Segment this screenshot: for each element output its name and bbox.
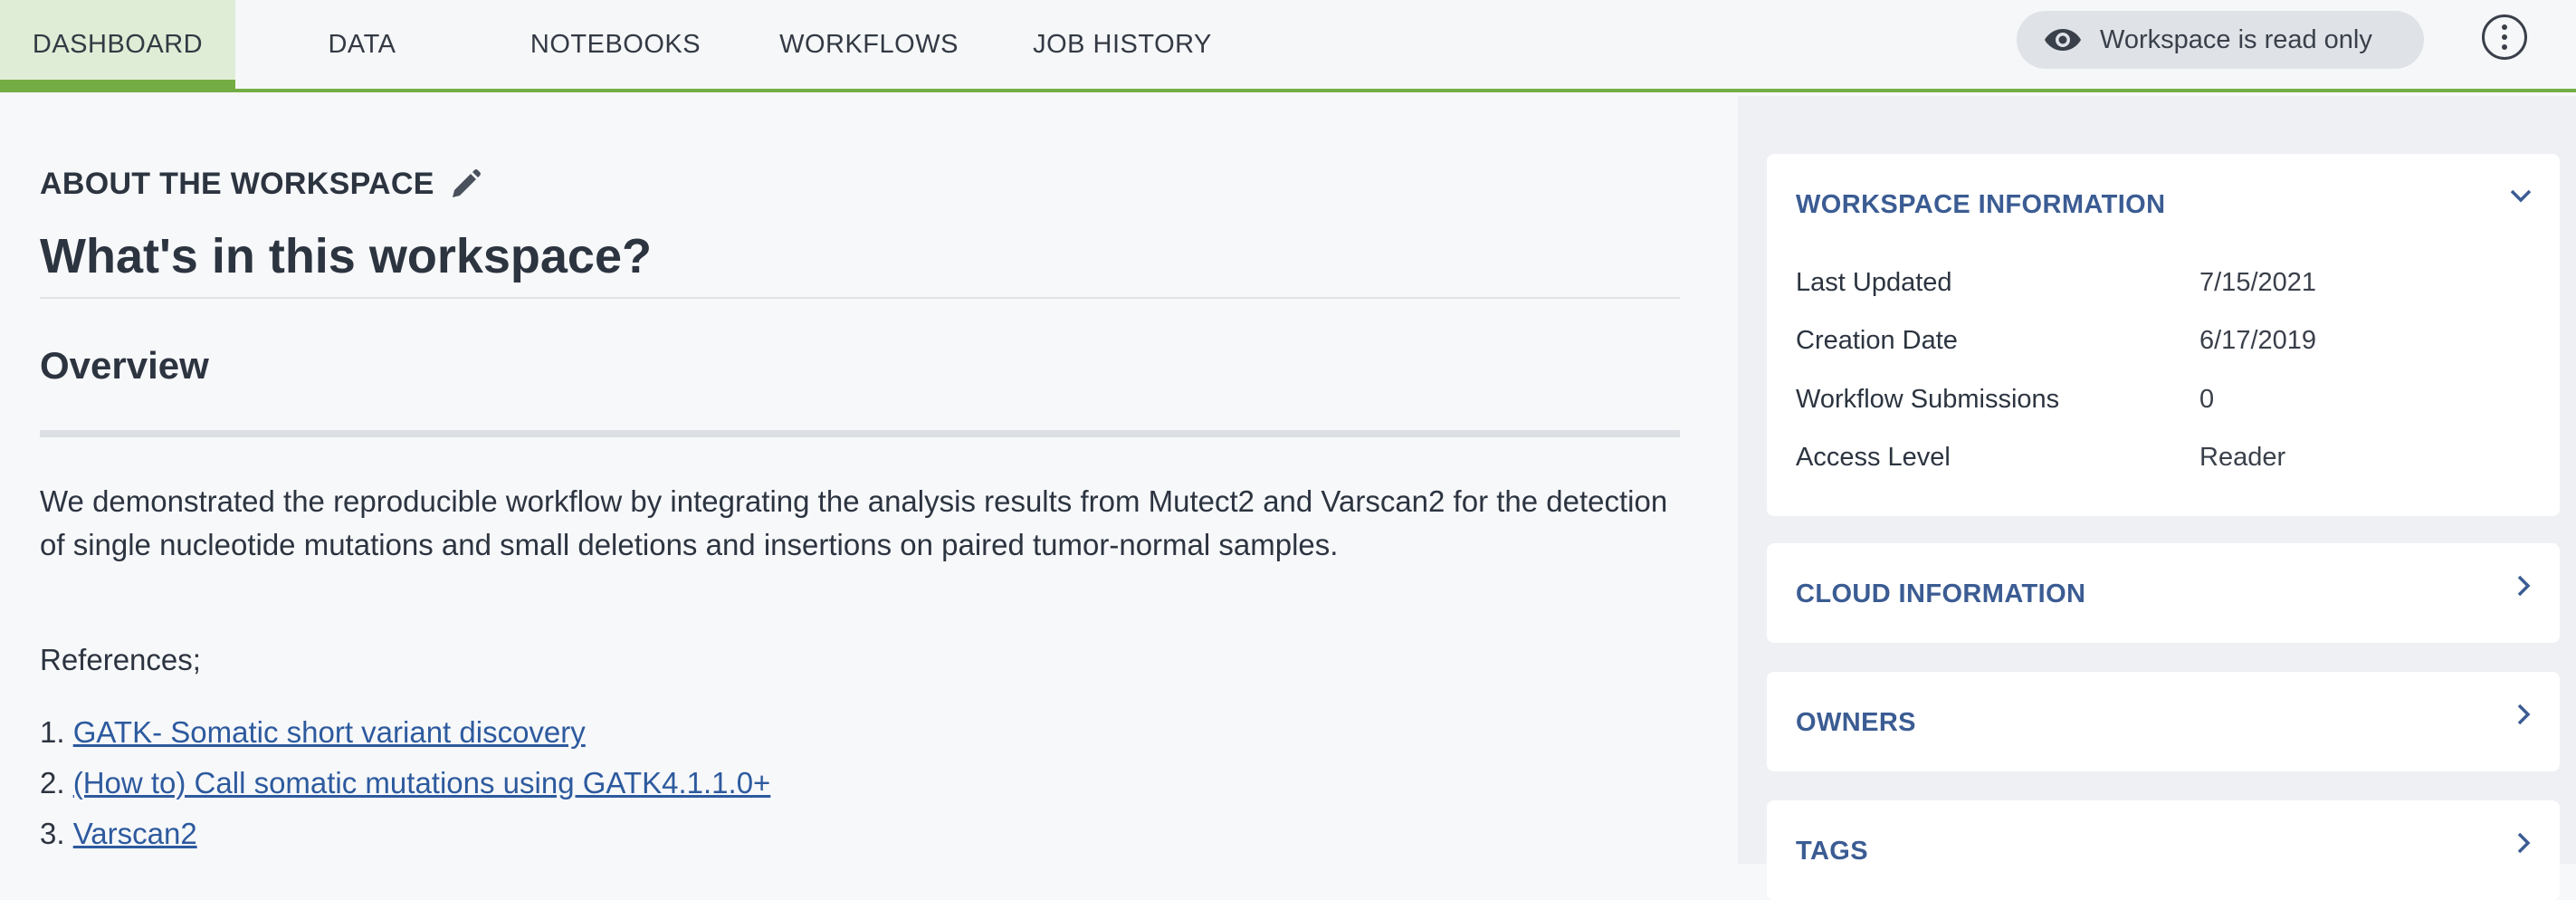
tab-job-history-label: JOB HISTORY <box>1033 29 1212 59</box>
page-title: What's in this workspace? <box>40 229 652 283</box>
reference-link-varscan2[interactable]: Varscan2 <box>73 817 197 850</box>
info-sidebar: WORKSPACE INFORMATION Last Updated 7/15/… <box>1738 96 2576 900</box>
workspace-info-card: WORKSPACE INFORMATION Last Updated 7/15/… <box>1767 154 2560 516</box>
info-value: 6/17/2019 <box>2199 326 2317 355</box>
top-nav: DASHBOARD DATA NOTEBOOKS WORKFLOWS JOB H… <box>0 0 2576 92</box>
about-workspace-label: ABOUT THE WORKSPACE <box>40 167 434 201</box>
tags-card[interactable]: TAGS <box>1767 800 2560 900</box>
tab-notebooks[interactable]: NOTEBOOKS <box>516 0 715 89</box>
info-value: Reader <box>2199 443 2286 472</box>
readonly-label: Workspace is read only <box>2100 24 2372 54</box>
chevron-right-icon[interactable] <box>2514 574 2533 598</box>
references-label: References; <box>40 643 201 676</box>
tab-data-label: DATA <box>328 29 396 59</box>
info-label: Access Level <box>1796 443 1951 472</box>
info-value: 7/15/2021 <box>2199 268 2317 297</box>
info-label: Last Updated <box>1796 268 1952 297</box>
reference-item: 1. GATK- Somatic short variant discovery <box>40 715 586 750</box>
workspace-info-toggle[interactable]: WORKSPACE INFORMATION <box>1796 190 2165 220</box>
tab-data[interactable]: DATA <box>272 0 453 89</box>
reference-number: 1. <box>40 715 73 749</box>
readonly-badge: Workspace is read only <box>2017 11 2424 69</box>
about-workspace-header: ABOUT THE WORKSPACE <box>40 167 482 202</box>
chevron-down-icon[interactable] <box>2509 187 2533 205</box>
reference-item: 2. (How to) Call somatic mutations using… <box>40 766 770 800</box>
pencil-icon[interactable] <box>449 168 482 201</box>
tab-notebooks-label: NOTEBOOKS <box>530 29 701 59</box>
info-label: Workflow Submissions <box>1796 385 2060 414</box>
chevron-right-icon[interactable] <box>2514 703 2533 726</box>
chevron-right-icon[interactable] <box>2514 831 2533 855</box>
cloud-info-card[interactable]: CLOUD INFORMATION <box>1767 543 2560 643</box>
divider <box>40 430 1680 437</box>
reference-number: 3. <box>40 817 73 850</box>
overview-description: We demonstrated the reproducible workflo… <box>40 484 1668 561</box>
tab-job-history[interactable]: JOB HISTORY <box>1023 0 1222 89</box>
info-value: 0 <box>2199 385 2215 414</box>
tab-dashboard[interactable]: DASHBOARD <box>0 0 235 92</box>
cloud-info-toggle[interactable]: CLOUD INFORMATION <box>1796 579 2085 609</box>
kebab-menu-icon[interactable] <box>2482 14 2527 60</box>
owners-toggle[interactable]: OWNERS <box>1796 708 1916 738</box>
reference-number: 2. <box>40 766 73 799</box>
owners-card[interactable]: OWNERS <box>1767 672 2560 771</box>
reference-item: 3. Varscan2 <box>40 817 197 851</box>
main-content: ABOUT THE WORKSPACE What's in this works… <box>0 96 1738 864</box>
reference-link-gatk-somatic[interactable]: GATK- Somatic short variant discovery <box>73 715 586 749</box>
tab-dashboard-label: DASHBOARD <box>32 29 204 59</box>
reference-link-call-somatic-mutations[interactable]: (How to) Call somatic mutations using GA… <box>73 766 771 799</box>
divider <box>40 297 1680 299</box>
info-label: Creation Date <box>1796 326 1958 355</box>
eye-icon <box>2045 29 2081 51</box>
overview-title: Overview <box>40 344 209 387</box>
tab-workflows[interactable]: WORKFLOWS <box>768 0 970 89</box>
tab-workflows-label: WORKFLOWS <box>779 29 959 59</box>
tags-toggle[interactable]: TAGS <box>1796 837 1868 866</box>
